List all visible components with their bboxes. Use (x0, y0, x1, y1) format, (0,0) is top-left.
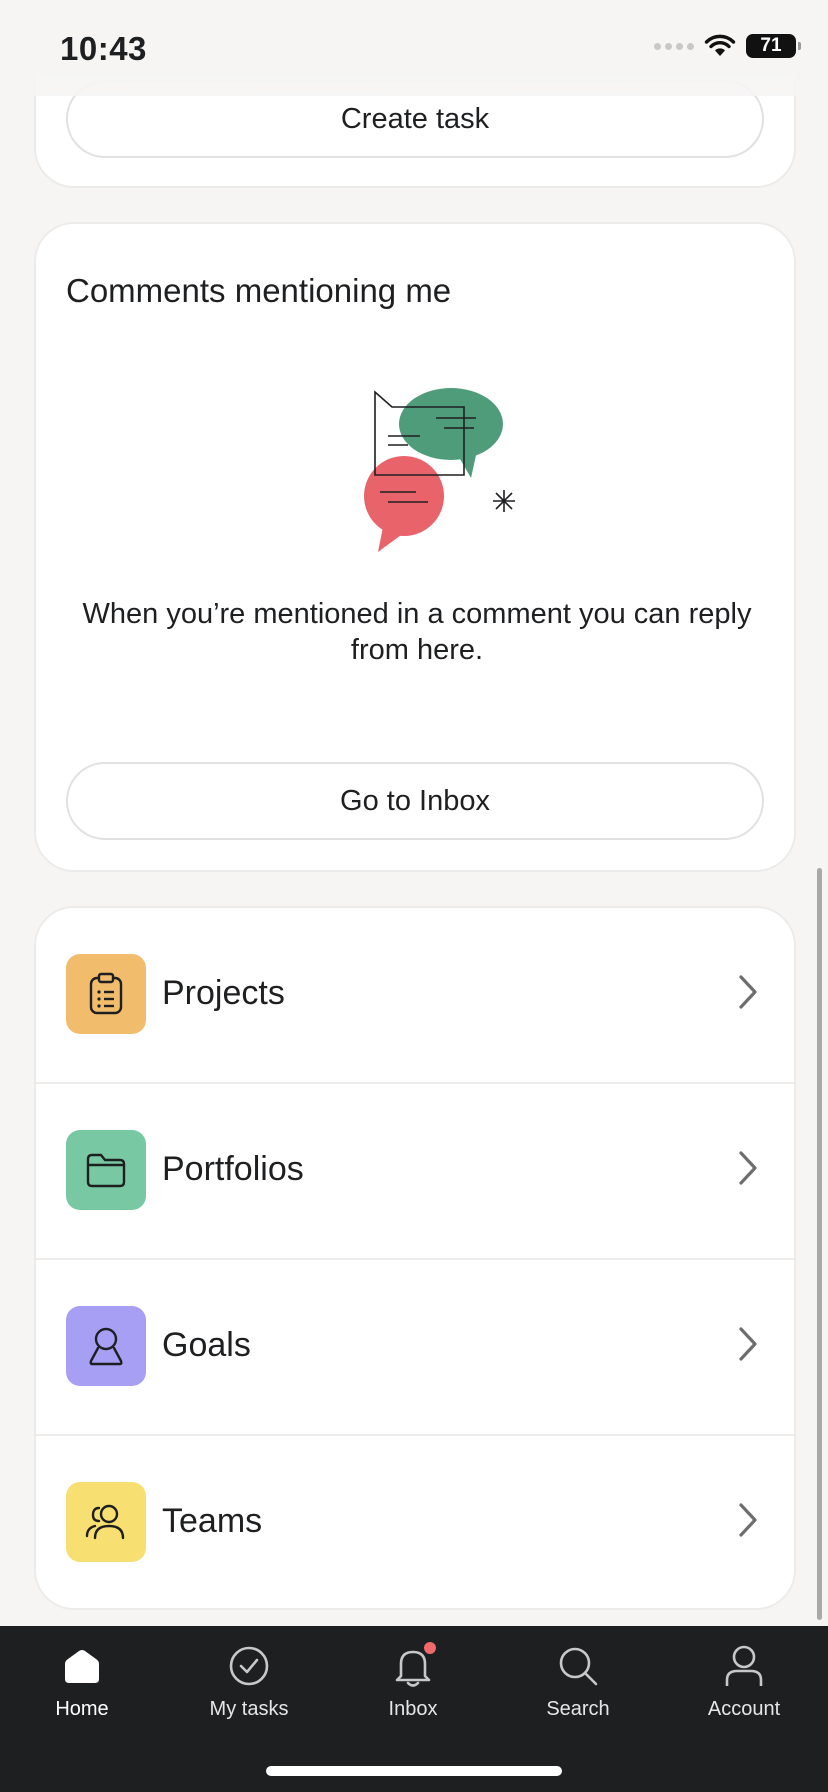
nav-row-portfolios[interactable]: Portfolios (36, 1084, 794, 1260)
nav-label-teams: Teams (162, 1502, 263, 1540)
bottom-tab-bar: Home My tasks Inbox Search Account (0, 1626, 828, 1792)
go-to-inbox-button[interactable]: Go to Inbox (66, 762, 764, 840)
tab-label-search: Search (546, 1698, 610, 1720)
home-icon (65, 1650, 99, 1683)
nav-row-teams[interactable]: Teams (36, 1436, 794, 1612)
portfolios-icon-tile (66, 1130, 146, 1210)
search-icon (559, 1647, 598, 1686)
tab-search[interactable]: Search (508, 1640, 648, 1730)
battery-indicator: 71 (746, 34, 801, 58)
people-icon (85, 1504, 125, 1540)
projects-icon-tile (66, 954, 146, 1034)
chevron-right-icon (739, 1503, 757, 1537)
nav-label-projects: Projects (162, 974, 285, 1012)
cellular-signal-icon (654, 42, 694, 50)
folder-icon (86, 1153, 126, 1188)
inbox-notification-dot (424, 1642, 436, 1654)
mentions-card-title: Comments mentioning me (66, 272, 452, 309)
nav-row-projects[interactable]: Projects (36, 908, 794, 1084)
check-circle-icon (229, 1646, 269, 1686)
tab-my-tasks[interactable]: My tasks (179, 1640, 319, 1730)
comments-illustration (364, 388, 515, 552)
teams-icon-tile (66, 1482, 146, 1562)
nav-label-portfolios: Portfolios (162, 1150, 304, 1188)
tab-label-inbox: Inbox (388, 1698, 438, 1720)
tab-home[interactable]: Home (12, 1640, 152, 1730)
tab-label-my-tasks: My tasks (209, 1698, 289, 1720)
status-icons: 71 (654, 34, 801, 58)
mentions-empty-message: When you’re mentioned in a comment you c… (82, 598, 752, 666)
chevron-right-icon (739, 1151, 757, 1185)
tab-label-account: Account (707, 1698, 781, 1720)
chevron-right-icon (739, 1327, 757, 1361)
nav-label-goals: Goals (162, 1326, 251, 1364)
home-indicator (266, 1766, 562, 1776)
tab-inbox[interactable]: Inbox (343, 1640, 483, 1730)
wifi-icon (704, 34, 736, 56)
tab-label-home: Home (55, 1698, 109, 1720)
clipboard-icon (89, 972, 123, 1015)
chevron-right-icon (739, 975, 757, 1009)
status-bar: 10:43 71 (0, 0, 828, 96)
mentions-card: Comments mentioning me When you’re menti… (34, 222, 796, 872)
status-time: 10:43 (60, 30, 147, 67)
person-goal-icon (89, 1327, 123, 1366)
account-icon (725, 1645, 763, 1686)
nav-row-goals[interactable]: Goals (36, 1260, 794, 1436)
tab-account[interactable]: Account (674, 1640, 814, 1730)
navigation-list-card: Projects Portfolios Goals Teams (34, 906, 796, 1610)
scrollbar[interactable] (817, 868, 822, 1620)
goals-icon-tile (66, 1306, 146, 1386)
